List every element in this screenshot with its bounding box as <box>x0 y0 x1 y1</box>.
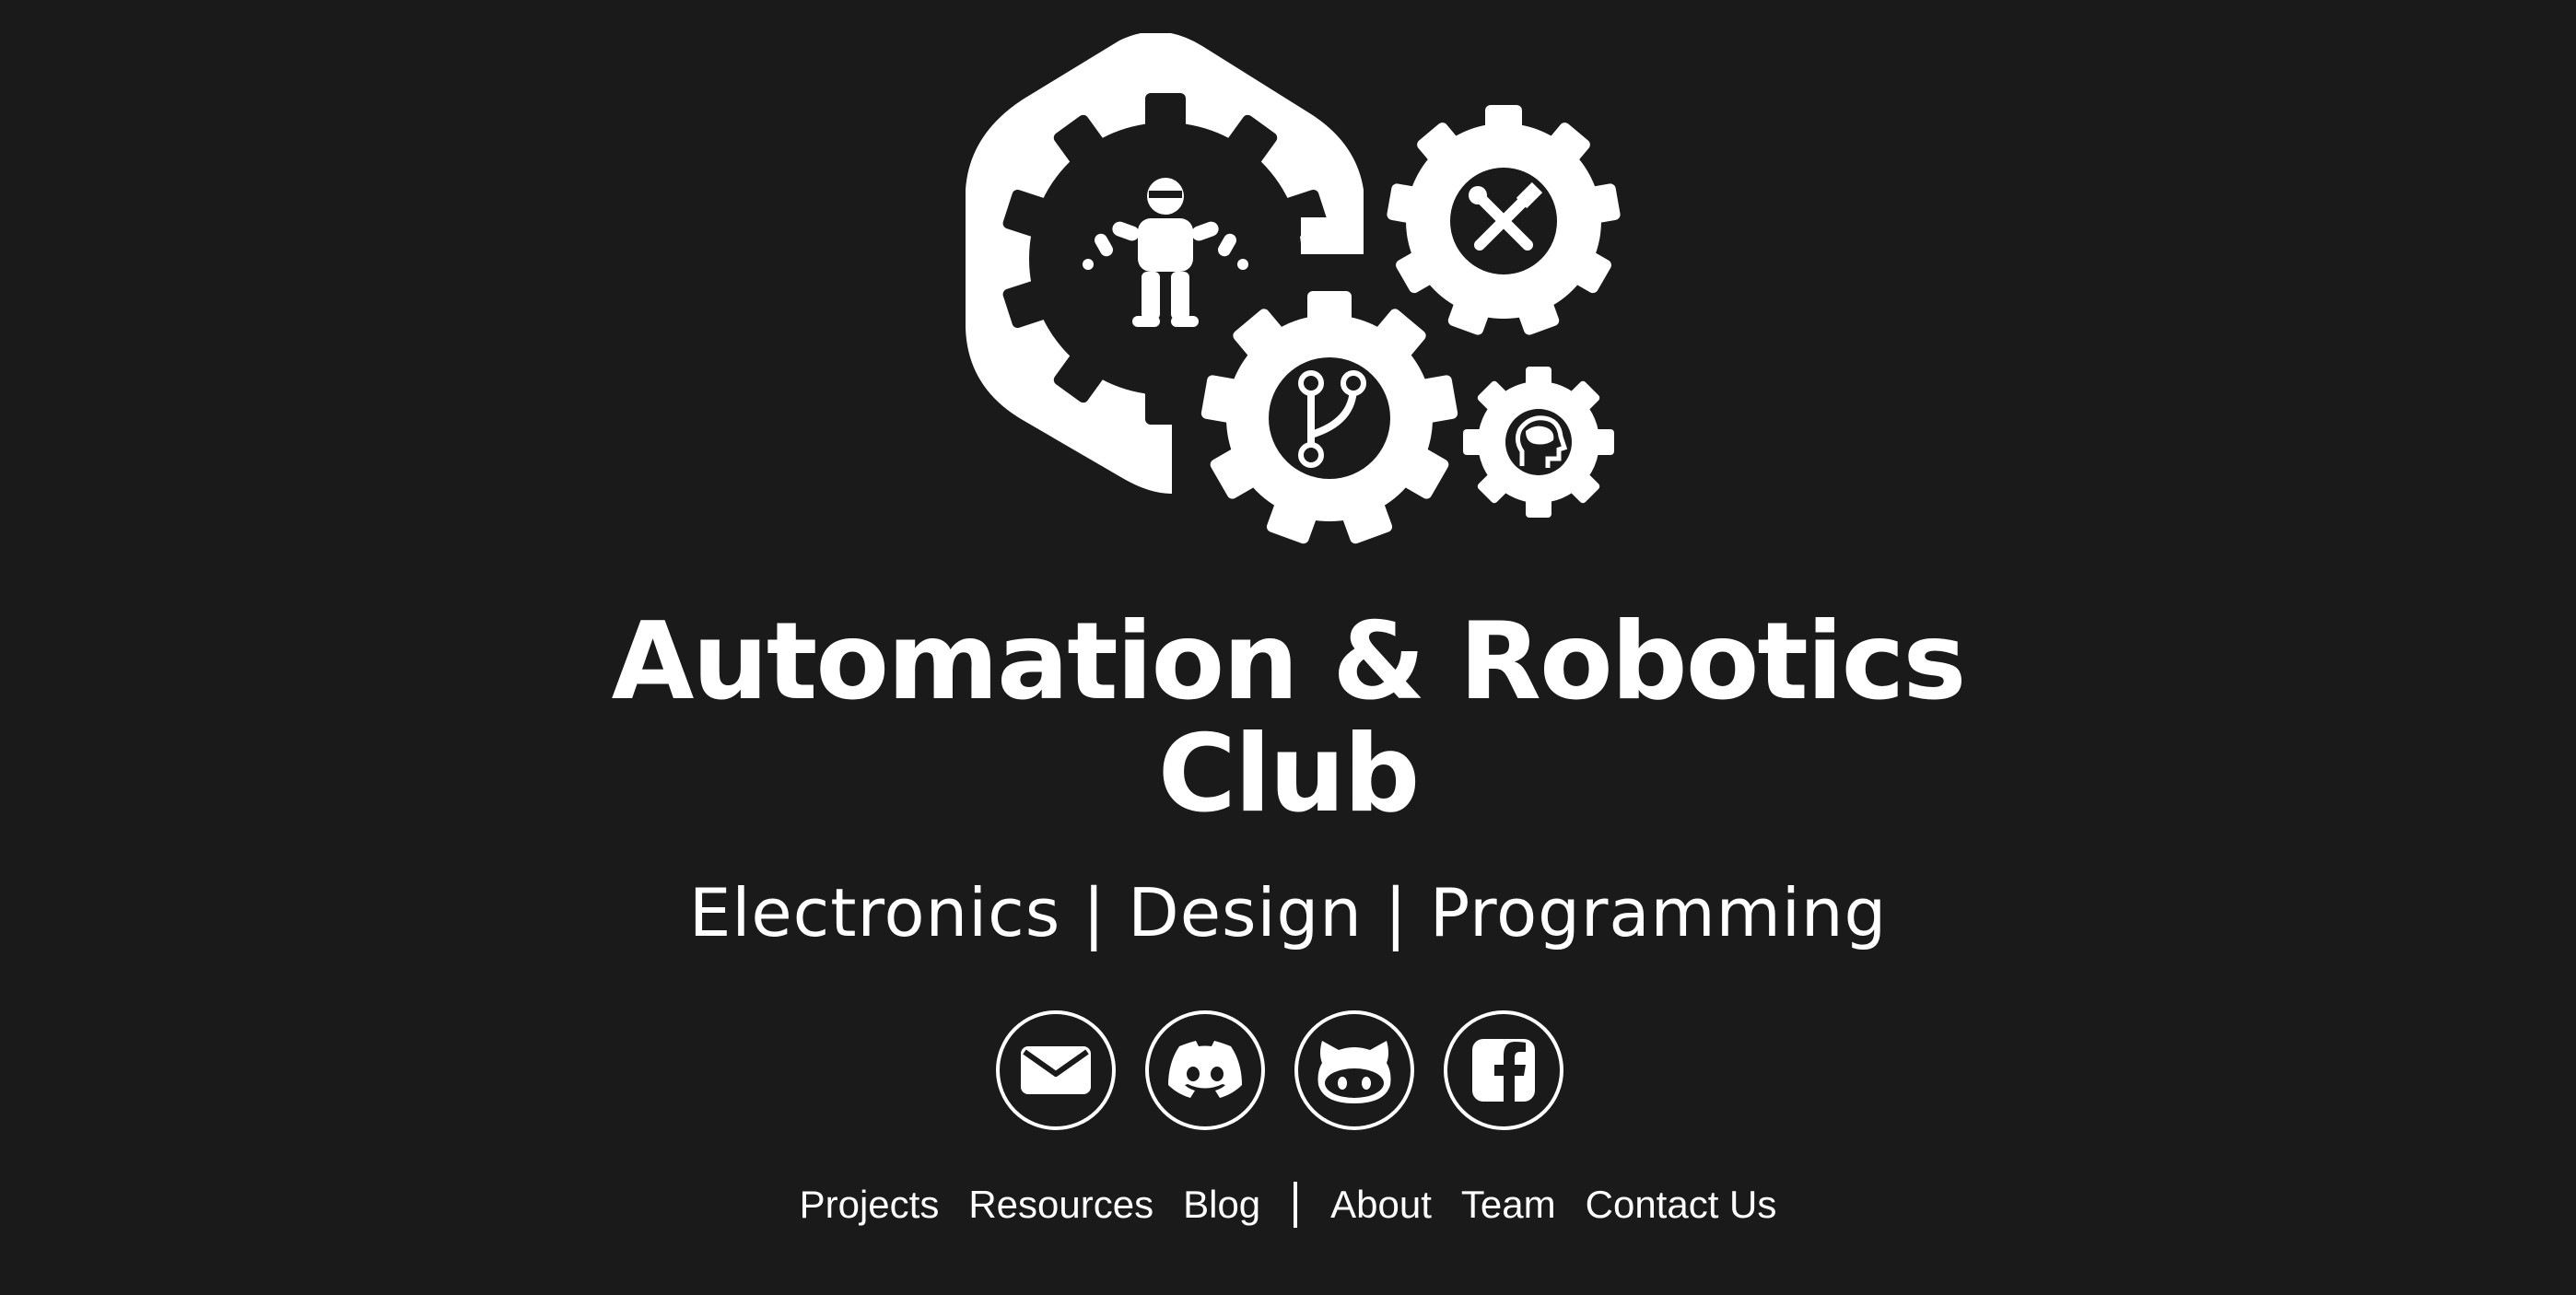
nav-resources[interactable]: Resources <box>968 1177 1153 1232</box>
title-line-2: Club <box>1157 712 1421 836</box>
tagline: Electronics | Design | Programming <box>688 874 1888 951</box>
page: Automation & Robotics Club Electronics |… <box>0 0 2576 1295</box>
discord-icon <box>1168 1041 1242 1098</box>
nav-about[interactable]: About <box>1330 1177 1432 1232</box>
nav-blog[interactable]: Blog <box>1183 1177 1260 1232</box>
nav-divider <box>1294 1182 1298 1228</box>
main-nav: Projects Resources Blog About Team Conta… <box>0 1177 2576 1232</box>
page-title: Automation & Robotics Club <box>0 606 2576 831</box>
facebook-button[interactable] <box>1444 1010 1563 1130</box>
nav-contact-us[interactable]: Contact Us <box>1586 1177 1777 1232</box>
nav-team[interactable]: Team <box>1461 1177 1556 1232</box>
branch-gear-icon <box>1200 291 1458 544</box>
social-links <box>996 1010 1563 1130</box>
github-button[interactable] <box>1294 1010 1414 1130</box>
facebook-icon <box>1472 1039 1535 1102</box>
github-icon <box>1317 1041 1391 1103</box>
title-line-1: Automation & Robotics <box>611 600 1967 724</box>
tools-gear-icon <box>1387 105 1621 335</box>
nav-projects[interactable]: Projects <box>800 1177 940 1232</box>
brain-gear-icon <box>1463 367 1614 518</box>
envelope-icon <box>1021 1046 1091 1094</box>
email-button[interactable] <box>996 1010 1116 1130</box>
discord-button[interactable] <box>1145 1010 1265 1130</box>
club-logo <box>966 33 1621 544</box>
